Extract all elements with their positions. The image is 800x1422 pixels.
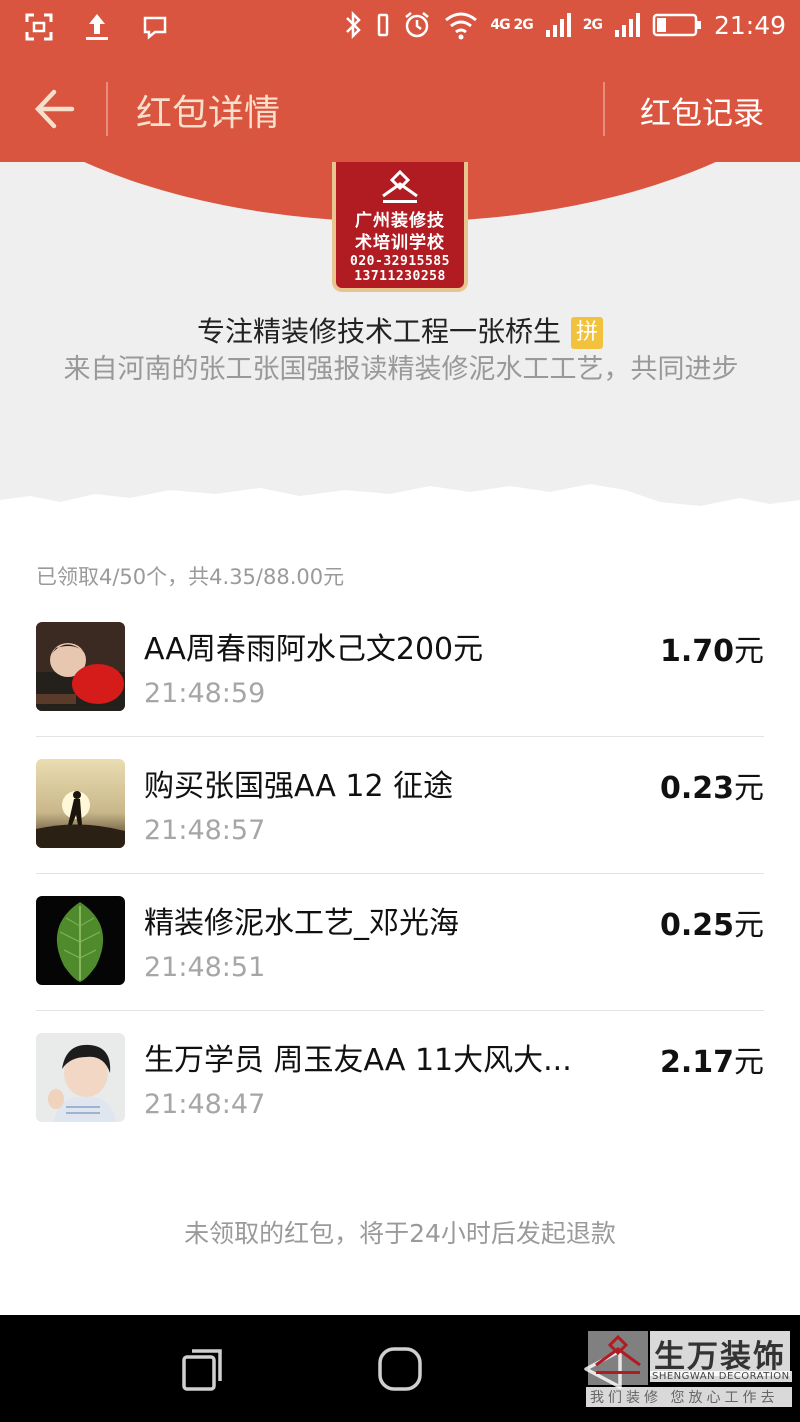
wifi-icon [445,12,478,40]
refund-note: 未领取的红包，将于24小时后发起退款 [184,1219,616,1248]
amount-unit: 元 [734,634,764,669]
recipient-name: AA周春雨阿水己文200元 [144,632,484,667]
watermark-slogan: 我们装修 您放心工作去 [586,1387,792,1407]
vibrate-icon [378,13,389,37]
watermark-brand-en: SHENGWAN DECORATION [650,1371,792,1382]
signal-icon [614,13,640,37]
recipient-name: 精装修泥水工艺_邓光海 [144,906,459,941]
upload-icon [86,14,108,40]
list-item[interactable]: AA周春雨阿水己文200元 21:48:59 1.70元 [36,600,764,737]
amount: 0.25元 [660,900,764,944]
list-item[interactable]: 购买张国强AA 12 征途 21:48:57 0.23元 [36,737,764,874]
watermark-logo-icon [588,1331,648,1385]
sender-name: 专注精装修技术工程一张桥生 [196,315,561,348]
amount-unit: 元 [734,771,764,806]
logo-phone-2: 13711230258 [354,269,446,284]
avatar [36,1033,125,1122]
network-label-1: 4G 2G [490,17,533,33]
logo-phone-1: 020-32915585 [350,254,450,269]
logo-text-line2: 术培训学校 [355,233,445,253]
recipient-name: 购买张国强AA 12 征途 [144,769,454,804]
avatar [36,622,125,711]
bluetooth-icon [346,10,362,40]
packet-header: 广州装修技 术培训学校 020-32915585 13711230258 专注精… [0,162,800,532]
watermark: 生万装饰 SHENGWAN DECORATION 我们装修 您放心工作去 [586,1331,792,1411]
amount: 1.70元 [660,626,764,670]
amount-unit: 元 [734,908,764,943]
status-time: 21:49 [713,10,786,40]
recipient-list: AA周春雨阿水己文200元 21:48:59 1.70元 购买张国强AA 12 … [36,600,764,1148]
avatar [36,759,125,848]
amount-value: 0.23 [659,771,734,806]
amount: 0.23元 [660,763,764,807]
home-icon[interactable] [376,1345,424,1393]
recipient-name: 生万学员 周玉友AA 11大风大... [144,1043,572,1078]
list-item[interactable]: 生万学员 周玉友AA 11大风大... 21:48:47 2.17元 [36,1011,764,1148]
receive-time: 21:48:59 [144,678,266,709]
amount-unit: 元 [734,1045,764,1080]
sender-avatar-logo[interactable]: 广州装修技 术培训学校 020-32915585 13711230258 [332,162,468,292]
title-divider-right [603,82,605,136]
amount-value: 1.70 [659,634,734,669]
school-logo-mark-icon [382,169,418,203]
receive-time: 21:48:57 [144,815,266,846]
logo-text-line1: 广州装修技 [355,211,445,231]
recent-apps-icon[interactable] [178,1345,226,1393]
message-icon [143,16,167,40]
network-label-2: 2G [582,17,603,33]
avatar [36,896,125,985]
signal-icon [545,13,571,37]
alarm-icon [405,12,430,38]
screenshot-icon [25,13,53,41]
receive-summary: 已领取4/50个，共4.35/88.00元 [36,565,345,589]
sender-row: 专注精装修技术工程一张桥生拼 [0,310,800,350]
packet-greeting: 来自河南的张工张国强报读精装修泥水工工艺，共同进步 [63,354,739,385]
page-title: 红包详情 [136,93,281,134]
amount-value: 0.25 [659,908,734,943]
torn-paper-edge [0,484,800,532]
receive-time: 21:48:47 [144,1089,266,1120]
amount: 2.17元 [660,1037,764,1081]
pin-badge: 拼 [571,317,603,349]
battery-icon [652,13,701,37]
title-divider-left [106,82,108,136]
receive-time: 21:48:51 [144,952,266,983]
amount-value: 2.17 [659,1045,734,1080]
list-item[interactable]: 精装修泥水工艺_邓光海 21:48:51 0.25元 [36,874,764,1011]
status-bar: 4G 2G 2G 21:49 [0,0,800,56]
red-packet-records-button[interactable]: 红包记录 [640,88,764,133]
back-arrow-icon[interactable] [32,84,76,134]
title-bar: 红包详情 红包记录 [0,56,800,162]
watermark-brand: 生万装饰 [650,1331,790,1376]
